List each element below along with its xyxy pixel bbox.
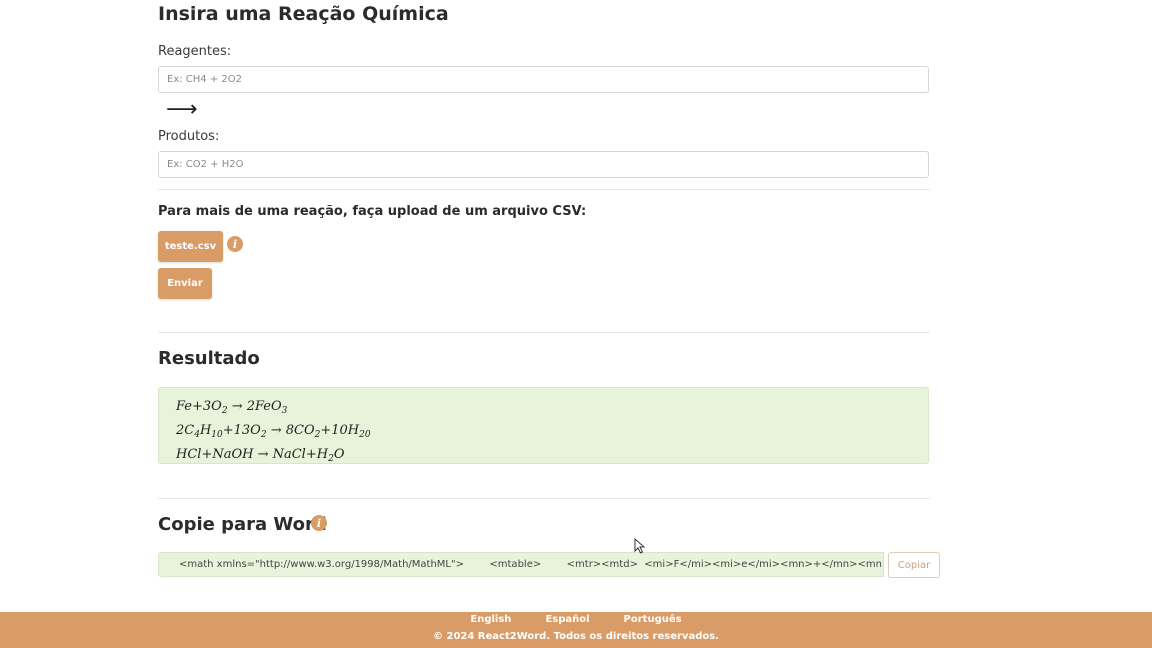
reaction-arrow-icon: ⟶ (166, 97, 198, 122)
reagents-label: Reagentes: (158, 44, 232, 59)
csv-upload-label: Para mais de uma reação, faça upload de … (158, 204, 587, 219)
mouse-cursor-icon (634, 538, 646, 554)
result-title: Resultado (158, 348, 260, 369)
copy-button[interactable]: Copiar (888, 552, 940, 578)
reagents-input[interactable] (158, 66, 929, 93)
language-link-espanol[interactable]: Español (545, 614, 589, 625)
copyright-text: © 2024 React2Word. Todos os direitos res… (433, 631, 719, 642)
products-input[interactable] (158, 151, 929, 178)
info-icon[interactable]: i (311, 515, 327, 531)
divider (158, 189, 930, 190)
result-box: Fe+3O2 → 2FeO3 2C4H10+13O2 → 8CO2+10H20 … (158, 387, 929, 464)
language-links: English Español Português (0, 614, 1152, 625)
language-link-portugues[interactable]: Português (624, 614, 682, 625)
form-title: Insira uma Reação Química (158, 3, 449, 25)
equation-2: 2C4H10+13O2 → 8CO2+10H20 (176, 423, 371, 440)
divider (158, 498, 930, 499)
mathml-code-field[interactable]: <math xmlns="http://www.w3.org/1998/Math… (158, 552, 884, 577)
language-link-english[interactable]: English (470, 614, 511, 625)
file-upload-button[interactable]: teste.csv (158, 231, 223, 262)
info-icon[interactable]: i (227, 236, 243, 252)
equation-3: HCl+NaOH → NaCl+H2O (176, 447, 345, 464)
products-label: Produtos: (158, 129, 220, 144)
equation-1: Fe+3O2 → 2FeO3 (176, 399, 288, 416)
submit-button[interactable]: Enviar (158, 268, 212, 299)
copy-title: Copie para Word (158, 514, 327, 535)
divider (158, 332, 930, 333)
